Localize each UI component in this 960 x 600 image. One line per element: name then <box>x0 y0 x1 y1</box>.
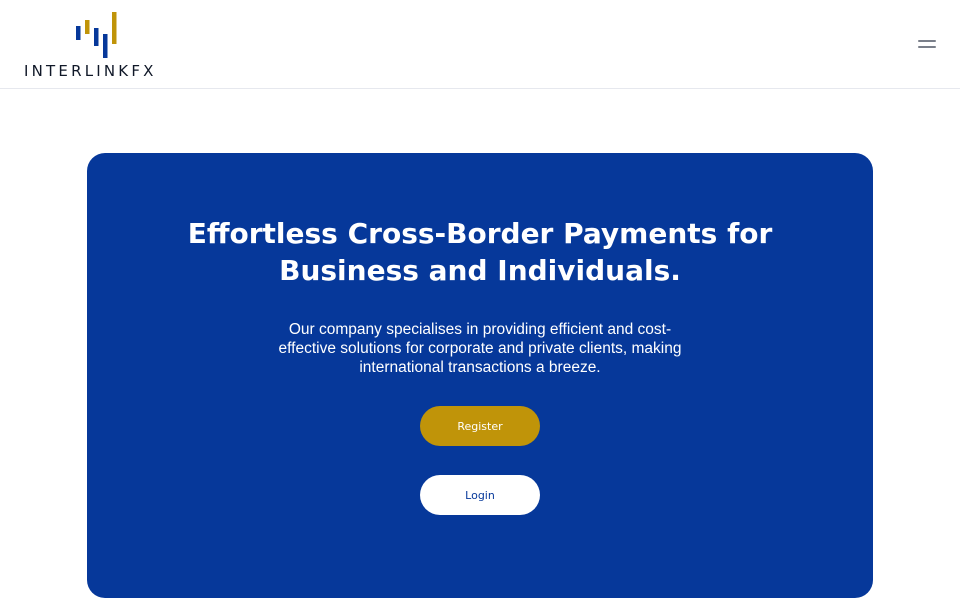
site-header: INTERLINKFX <box>0 0 960 89</box>
hamburger-menu-icon-bar <box>918 46 936 48</box>
menu-button[interactable] <box>916 36 940 52</box>
logo-wordmark: INTERLINKFX <box>24 62 157 80</box>
logo-link[interactable]: INTERLINKFX <box>24 12 174 80</box>
logo-bars-icon <box>76 12 117 58</box>
hero-description: Our company specialises in providing eff… <box>278 321 682 376</box>
login-button[interactable]: Login <box>420 475 540 515</box>
hero-title-line-2: Business and Individuals. <box>279 254 681 287</box>
hero-title-line-1: Effortless Cross-Border Payments for <box>187 217 773 250</box>
hero-title: Effortless Cross-Border Payments for Bus… <box>87 215 873 289</box>
hamburger-menu-icon <box>918 40 936 42</box>
register-button[interactable]: Register <box>420 406 540 446</box>
hero-panel: Effortless Cross-Border Payments for Bus… <box>87 153 873 598</box>
